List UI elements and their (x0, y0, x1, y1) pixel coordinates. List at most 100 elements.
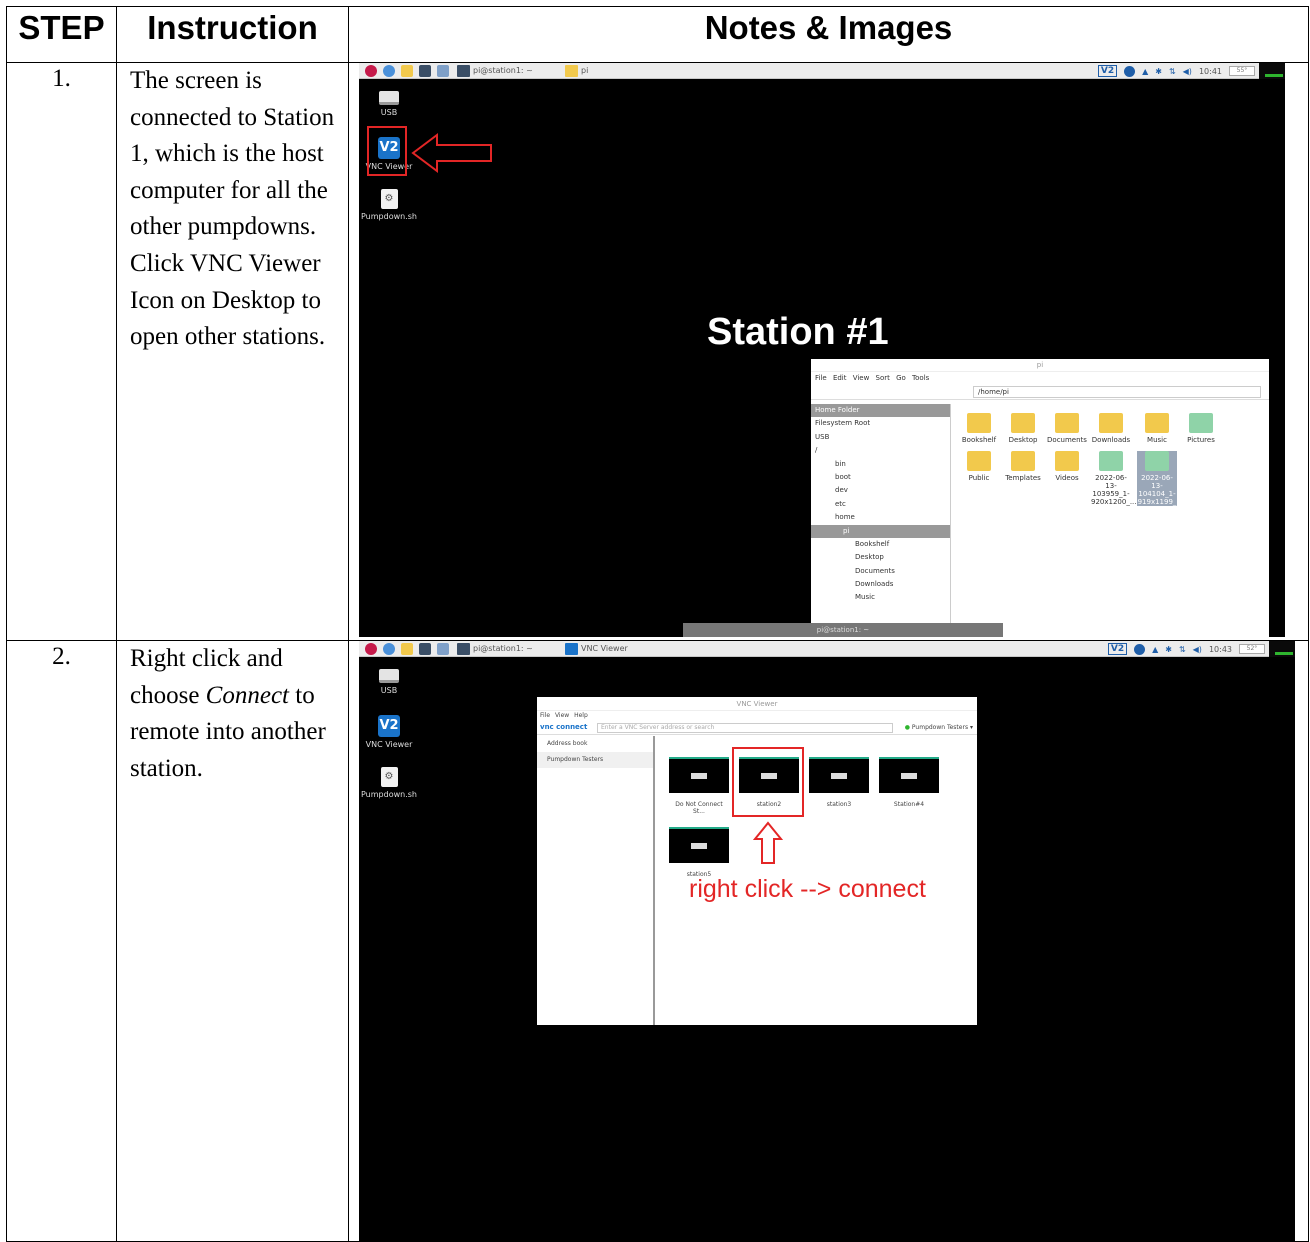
taskbar: pi@station1: ~ pi V2 ▲ ✱ ⇅ ◀) 10:41 55° (359, 63, 1285, 79)
folder-item[interactable]: Templates (1003, 451, 1043, 482)
desktop-icon-usb[interactable]: USB (359, 91, 419, 117)
sidebar-item[interactable]: dev (811, 484, 950, 497)
script-file-icon: ⚙ (380, 767, 398, 787)
desktop-icon-pumpdown[interactable]: ⚙ Pumpdown.sh (359, 189, 419, 221)
folder-icon (401, 643, 413, 655)
network-icon (437, 65, 449, 77)
desktop-icon-vnc-viewer[interactable]: V2 VNC Viewer (359, 715, 419, 749)
sidebar-item[interactable]: Music (811, 591, 950, 604)
sidebar-item-address-book[interactable]: Address book (537, 736, 653, 752)
screenshot-cell: pi@station1: ~ pi V2 ▲ ✱ ⇅ ◀) 10:41 55° (348, 62, 1309, 641)
arrow-up-icon (753, 821, 783, 864)
arrow-left-icon (411, 133, 492, 173)
taskbar: pi@station1: ~ VNC Viewer V2 ▲ ✱ ⇅ ◀) 10… (359, 641, 1295, 657)
folder-item[interactable]: Downloads (1091, 413, 1131, 444)
menu-bar[interactable]: File Edit View Sort Go Tools (811, 372, 1269, 384)
station-thumbnail (669, 827, 729, 863)
volume-icon[interactable]: ◀) (1193, 645, 1202, 654)
sidebar-item[interactable]: etc (811, 498, 950, 511)
folder-item[interactable]: Documents (1047, 413, 1087, 444)
folder-icon (1011, 451, 1035, 471)
folder-icon (1011, 413, 1035, 433)
station-thumbnail (879, 757, 939, 793)
folder-icon (967, 413, 991, 433)
sidebar-item[interactable]: Downloads (811, 578, 950, 591)
station-thumbnail (809, 757, 869, 793)
sidebar-item[interactable]: Filesystem Root (811, 417, 950, 430)
clock: 10:41 (1198, 66, 1222, 76)
image-file-icon (1099, 451, 1123, 471)
sidebar-item[interactable]: Desktop (811, 551, 950, 564)
terminal-window-titlebar[interactable]: pi@station1: ~ (683, 623, 1003, 637)
bluetooth-icon[interactable]: ✱ (1155, 67, 1162, 76)
terminal-icon (419, 65, 431, 77)
header-row: STEP Instruction Notes & Images (6, 6, 1309, 63)
sidebar-item[interactable]: USB (811, 431, 950, 444)
sidebar-item[interactable]: boot (811, 471, 950, 484)
folder-item[interactable]: Pictures (1181, 413, 1221, 444)
network-icon (437, 643, 449, 655)
folder-item[interactable]: Public (959, 451, 999, 482)
sidebar: Home Folder Filesystem Root USB / bin bo… (811, 404, 951, 637)
taskbar-task-terminal[interactable]: pi@station1: ~ (457, 65, 533, 77)
sidebar-item-team[interactable]: Pumpdown Testers (537, 752, 653, 768)
terminal-icon (419, 643, 431, 655)
header-instruction: Instruction (116, 6, 349, 63)
sidebar-item[interactable]: / (811, 444, 950, 457)
station-thumbnail (669, 757, 729, 793)
instruction-text: Right click and choose Connect to remote… (116, 640, 349, 1242)
system-tray: V2 ▲ ✱ ⇅ ◀) 10:43 52° (1107, 642, 1265, 656)
raspberry-icon (365, 643, 377, 655)
cpu-meter (1259, 63, 1285, 79)
folder-item[interactable]: Desktop (1003, 413, 1043, 444)
station-tile[interactable]: Station#4 (879, 757, 939, 808)
eject-icon[interactable]: ▲ (1142, 67, 1148, 76)
team-selector[interactable]: ● Pumpdown Testers ▾ (905, 723, 973, 733)
sidebar-item[interactable]: Documents (811, 565, 950, 578)
station-tile[interactable]: station3 (809, 757, 869, 808)
desktop-icon-pumpdown[interactable]: ⚙ Pumpdown.sh (359, 767, 419, 799)
annotation-note: right click --> connect (689, 875, 926, 903)
network-transfer-icon[interactable]: ⇅ (1179, 645, 1186, 654)
desktop-icon-usb[interactable]: USB (359, 669, 419, 695)
vnc-tray-icon[interactable]: V2 (1107, 643, 1128, 655)
station-tile[interactable]: Do Not Connect St... (669, 757, 729, 815)
sidebar-item[interactable]: bin (811, 458, 950, 471)
table-row: 1. The screen is connected to Station 1,… (6, 62, 1309, 641)
sidebar-item-home[interactable]: Home Folder (811, 404, 950, 418)
screenshot-station1: pi@station1: ~ pi V2 ▲ ✱ ⇅ ◀) 10:41 55° (359, 63, 1285, 637)
path-input[interactable]: /home/pi (973, 386, 1261, 398)
header-notes: Notes & Images (348, 6, 1309, 63)
image-file[interactable]: 2022-06-13-104104_1-919x1199_ (1137, 451, 1177, 506)
vnc-viewer-icon (565, 643, 578, 655)
taskbar-task-vnc[interactable]: VNC Viewer (565, 643, 628, 655)
toolbar: /home/pi (811, 384, 1269, 400)
folder-item[interactable]: Bookshelf (959, 413, 999, 444)
folder-item[interactable]: Videos (1047, 451, 1087, 482)
check-icon: ● (904, 724, 910, 731)
menu-bar[interactable]: File View Help (537, 711, 977, 721)
sidebar-item[interactable]: pi (811, 524, 950, 538)
header-step: STEP (6, 6, 117, 63)
eject-icon[interactable]: ▲ (1152, 645, 1158, 654)
server-search-input[interactable]: Enter a VNC Server address or search (597, 723, 893, 733)
bluetooth-icon[interactable]: ✱ (1165, 645, 1172, 654)
file-manager-window: pi File Edit View Sort Go Tools /home/pi… (811, 359, 1269, 637)
sidebar-item[interactable]: home (811, 511, 950, 524)
sidebar-item[interactable]: Bookshelf (811, 538, 950, 551)
screenshot-cell: pi@station1: ~ VNC Viewer V2 ▲ ✱ ⇅ ◀) 10… (348, 640, 1309, 1242)
taskbar-task-filemanager[interactable]: pi (565, 65, 588, 77)
user-icon[interactable] (1124, 65, 1136, 77)
screenshot-vnc-viewer: pi@station1: ~ VNC Viewer V2 ▲ ✱ ⇅ ◀) 10… (359, 641, 1295, 1241)
folder-icon (1055, 451, 1079, 471)
image-file[interactable]: 2022-06-13-103959_1-920x1200_... (1091, 451, 1137, 506)
taskbar-task-terminal[interactable]: pi@station1: ~ (457, 643, 533, 655)
volume-icon[interactable]: ◀) (1183, 67, 1192, 76)
window-title: pi (811, 359, 1269, 372)
folder-item[interactable]: Music (1137, 413, 1177, 444)
user-icon[interactable] (1134, 643, 1146, 655)
network-transfer-icon[interactable]: ⇅ (1169, 67, 1176, 76)
system-tray: V2 ▲ ✱ ⇅ ◀) 10:41 55° (1097, 64, 1255, 78)
vnc-tray-icon[interactable]: V2 (1097, 65, 1118, 77)
station-tile[interactable]: station5 (669, 827, 729, 878)
